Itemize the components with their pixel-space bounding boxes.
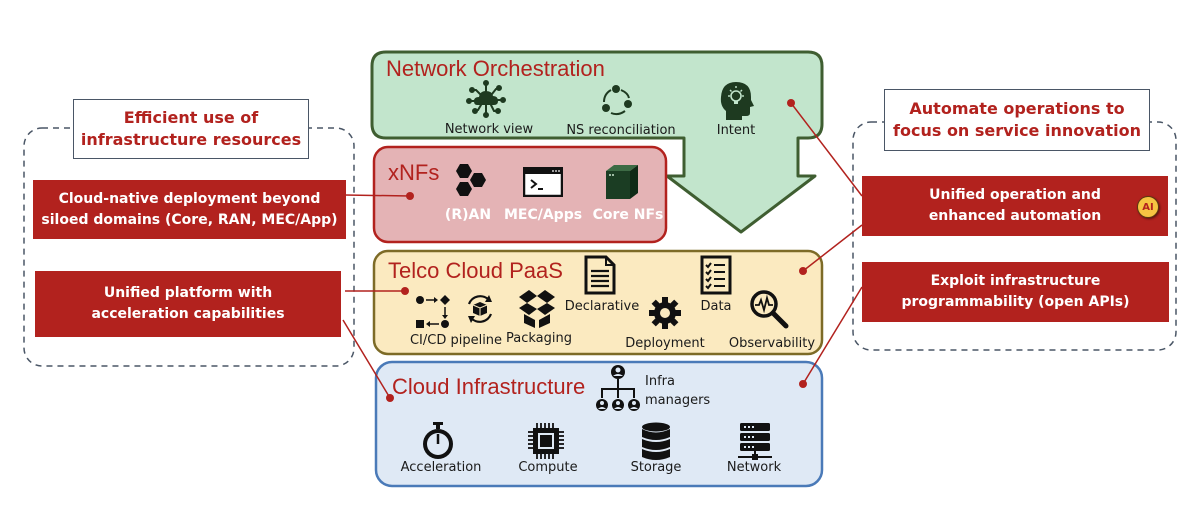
connector-dot bbox=[799, 380, 807, 388]
network-view-label: Network view bbox=[444, 122, 534, 137]
benefit-unified-operation: Unified operation and enhanced automatio… bbox=[862, 176, 1168, 236]
cicd-pipeline-label: CI/CD pipeline bbox=[409, 333, 503, 348]
infra-managers-line: managers bbox=[645, 393, 711, 408]
ai-badge-icon: AI bbox=[1137, 196, 1159, 218]
left-group-heading: Efficient use of infrastructure resource… bbox=[73, 99, 309, 159]
gear-icon bbox=[649, 297, 681, 329]
connector-dot bbox=[787, 99, 795, 107]
stopwatch-icon bbox=[423, 422, 453, 459]
data-label: Data bbox=[700, 299, 732, 314]
checklist-icon bbox=[700, 255, 732, 295]
document-icon bbox=[584, 255, 616, 295]
pipeline-icon bbox=[416, 295, 450, 328]
server-rack-icon bbox=[738, 423, 772, 460]
core-nfs-label: Core NFs bbox=[592, 207, 664, 223]
deployment-label: Deployment bbox=[625, 336, 705, 351]
benefit-text-line: enhanced automation bbox=[928, 208, 1102, 224]
paas-title: Telco Cloud PaaS bbox=[388, 258, 563, 283]
benefit-text-line: programmability (open APIs) bbox=[901, 294, 1130, 310]
benefit-cloud-native-deployment: Cloud-native deployment beyond siloed do… bbox=[33, 180, 346, 239]
database-icon bbox=[642, 422, 670, 460]
right-group-heading: Automate operations to focus on service … bbox=[884, 89, 1150, 151]
benefit-text-line: Unified platform with bbox=[103, 285, 273, 301]
benefit-text-line: acceleration capabilities bbox=[91, 306, 285, 322]
declarative-label: Declarative bbox=[564, 299, 640, 314]
terminal-icon bbox=[523, 167, 563, 197]
package-icon bbox=[467, 295, 493, 323]
ns-reconciliation-label: NS reconciliation bbox=[566, 123, 676, 138]
xnfs-title: xNFs bbox=[388, 160, 440, 185]
right-group-heading-line: focus on service innovation bbox=[893, 121, 1141, 140]
benefit-infra-programmability: Exploit infrastructure programmability (… bbox=[862, 262, 1169, 322]
right-group-heading-line: Automate operations to bbox=[909, 99, 1125, 118]
network-label: Network bbox=[726, 460, 782, 475]
cycle-icon bbox=[602, 85, 632, 116]
connector-dot bbox=[799, 267, 807, 275]
connector-dot bbox=[401, 287, 409, 295]
connector-dot bbox=[406, 192, 414, 200]
acceleration-label: Acceleration bbox=[400, 460, 482, 475]
infra-managers-label: Infra managers bbox=[645, 372, 710, 410]
magnifier-pulse-icon bbox=[750, 290, 789, 329]
benefit-text-line: siloed domains (Core, RAN, MEC/App) bbox=[41, 211, 338, 228]
left-group-heading-line: infrastructure resources bbox=[80, 130, 302, 149]
hexagons-icon bbox=[456, 164, 486, 196]
org-chart-icon bbox=[596, 365, 640, 411]
benefit-text-line: Exploit infrastructure bbox=[930, 273, 1101, 289]
benefit-text-line: Unified operation and bbox=[929, 187, 1101, 203]
orchestration-title: Network Orchestration bbox=[386, 56, 605, 81]
infra-managers-line: Infra bbox=[645, 374, 675, 389]
observability-label: Observability bbox=[728, 336, 816, 351]
open-box-icon bbox=[519, 290, 555, 328]
head-lightbulb-icon bbox=[720, 82, 754, 120]
mec-apps-label: MEC/Apps bbox=[503, 207, 583, 223]
storage-label: Storage bbox=[630, 460, 682, 475]
benefit-text-line: Cloud-native deployment beyond bbox=[58, 190, 321, 207]
packaging-label: Packaging bbox=[506, 331, 572, 346]
cube-icon bbox=[606, 165, 638, 199]
ran-label: (R)AN bbox=[444, 207, 492, 223]
chip-icon bbox=[528, 423, 564, 459]
intent-label: Intent bbox=[716, 123, 756, 138]
compute-label: Compute bbox=[518, 460, 578, 475]
infra-title: Cloud Infrastructure bbox=[392, 374, 586, 399]
benefit-unified-platform: Unified platform with acceleration capab… bbox=[35, 271, 341, 337]
connector-line bbox=[344, 194, 411, 197]
left-group-heading-line: Efficient use of bbox=[123, 108, 259, 127]
cloud-network-icon bbox=[466, 80, 506, 118]
